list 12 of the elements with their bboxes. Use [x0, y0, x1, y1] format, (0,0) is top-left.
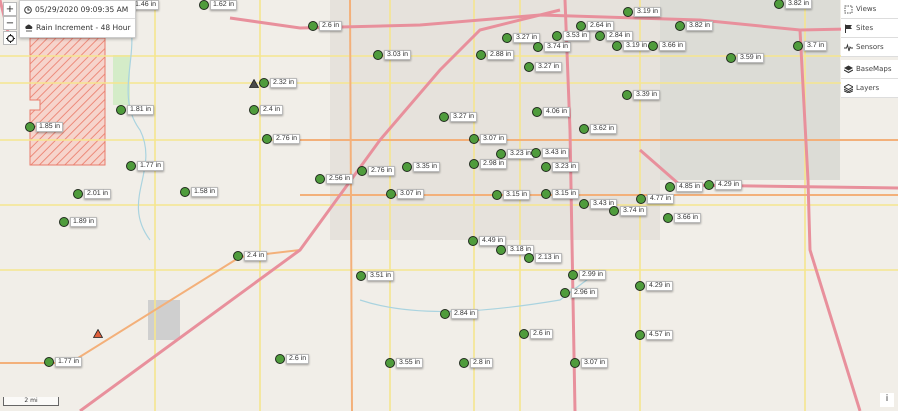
layers-icon [844, 84, 853, 92]
flag-icon [844, 24, 853, 32]
info-button[interactable]: i [880, 393, 894, 407]
stack-icon [844, 64, 853, 74]
zoom-out-button[interactable]: − [3, 16, 17, 30]
crosshair-icon [6, 34, 14, 42]
locate-button[interactable] [3, 31, 17, 45]
pulse-icon [844, 42, 853, 52]
views-square-icon [844, 4, 853, 14]
zoom-in-button[interactable]: + [3, 2, 17, 16]
clock-icon [24, 6, 32, 14]
cloud-rain-icon [24, 24, 33, 32]
